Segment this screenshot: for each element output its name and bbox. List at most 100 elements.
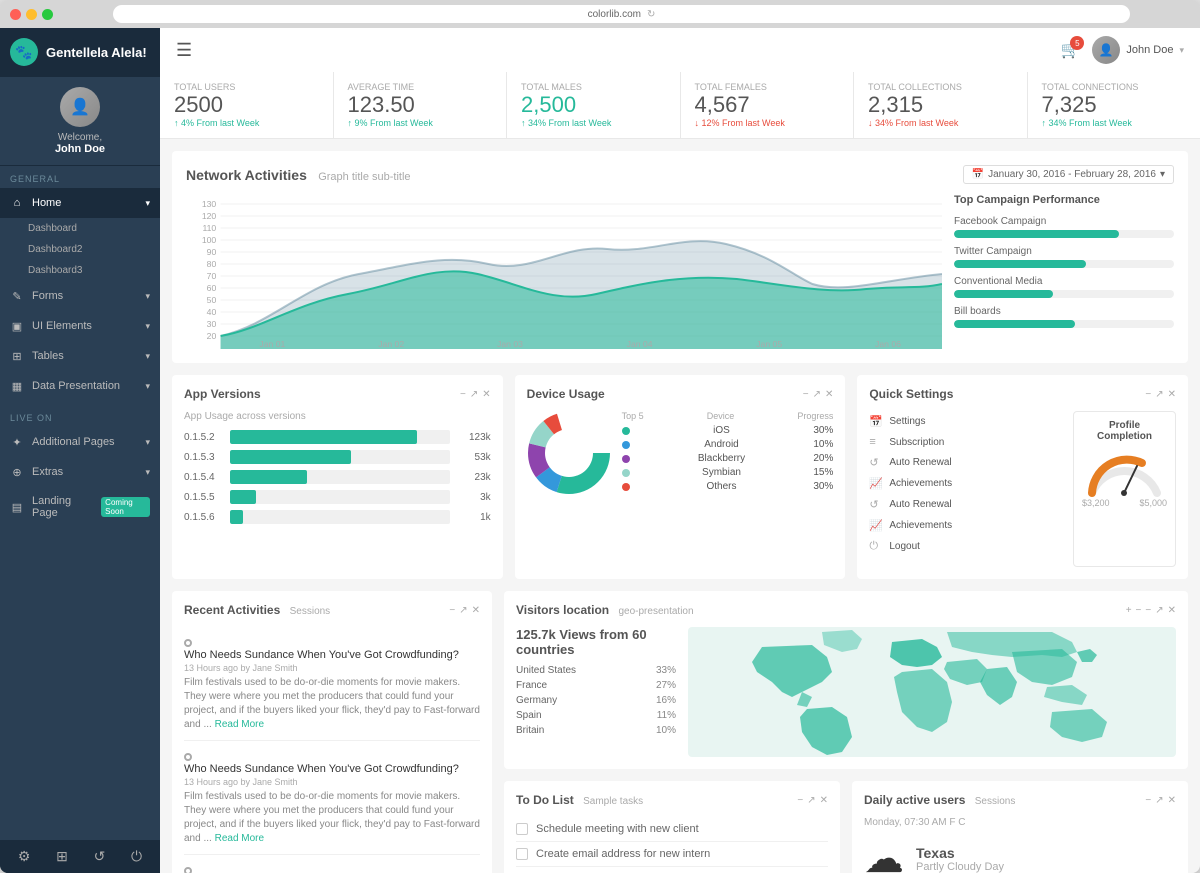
sidebar-item-additional-pages[interactable]: ✦ Additional Pages ▾ <box>0 427 160 457</box>
sidebar-item-ui-elements[interactable]: ▣ UI Elements ▾ <box>0 311 160 341</box>
sidebar-settings-icon[interactable]: ⚙ <box>18 848 31 865</box>
expand-icon[interactable]: ↗ <box>470 389 478 400</box>
forms-icon: ✎ <box>10 289 24 303</box>
collapse-icon[interactable]: − <box>797 795 803 806</box>
campaign-section: Top Campaign Performance Facebook Campai… <box>954 194 1174 349</box>
zoom-minus-icon[interactable]: − <box>1136 605 1142 616</box>
sidebar-item-landing-page[interactable]: ▤ Landing Page Coming Soon <box>0 487 160 527</box>
collapse-icon[interactable]: − <box>1145 389 1151 400</box>
sidebar-item-forms[interactable]: ✎ Forms ▾ <box>0 281 160 311</box>
collapse-icon[interactable]: − <box>1145 605 1151 616</box>
sidebar-grid-icon[interactable]: ⊞ <box>56 848 68 865</box>
sidebar-item-tables[interactable]: ⊞ Tables ▾ <box>0 341 160 371</box>
qs-item-logout[interactable]: ⏻ Logout <box>869 536 1065 557</box>
activity-circle-0 <box>184 639 192 647</box>
sidebar-item-home[interactable]: ⌂ Home ▾ <box>0 188 160 218</box>
nav-label-additional: Additional Pages <box>32 436 115 448</box>
notification-button[interactable]: 🛒 5 <box>1060 40 1080 60</box>
top5-label: Top 5 <box>622 411 644 421</box>
close-icon[interactable]: ✕ <box>472 605 480 616</box>
sidebar-item-dashboard3[interactable]: Dashboard3 <box>0 260 160 281</box>
sidebar-item-dashboard2[interactable]: Dashboard2 <box>0 239 160 260</box>
qs-item-auto-renewal[interactable]: ↺ Auto Renewal <box>869 452 1065 473</box>
expand-icon[interactable]: ↗ <box>1155 605 1163 616</box>
close-icon[interactable]: ✕ <box>1168 605 1176 616</box>
menu-toggle-button[interactable]: ☰ <box>176 40 192 61</box>
collapse-icon[interactable]: − <box>1145 795 1151 806</box>
todo-checkbox-1[interactable] <box>516 848 528 860</box>
maximize-button[interactable] <box>42 9 53 20</box>
svg-text:Jan 03: Jan 03 <box>497 339 523 349</box>
country-pct-3: 11% <box>657 710 676 721</box>
user-dropdown-arrow[interactable]: ▾ <box>1179 45 1184 56</box>
svg-text:50: 50 <box>207 295 217 305</box>
svg-text:Jan 06: Jan 06 <box>875 339 901 349</box>
version-bar-0 <box>230 430 417 444</box>
daily-active-subtitle: Sessions <box>975 796 1016 807</box>
svg-text:100: 100 <box>202 235 217 245</box>
visitors-content: 125.7k Views from 60 countries United St… <box>516 627 1176 757</box>
version-bar-3 <box>230 490 256 504</box>
close-icon[interactable]: ✕ <box>1168 795 1176 806</box>
pc-max-label: $5,000 <box>1139 498 1167 508</box>
read-more-0[interactable]: Read More <box>215 719 264 730</box>
expand-icon[interactable]: ↗ <box>1155 389 1163 400</box>
activity-meta-1: 13 Hours ago by Jane Smith <box>184 777 480 787</box>
qs-item-settings[interactable]: 📅 Settings <box>869 411 1065 432</box>
url-bar[interactable]: colorlib.com ↻ <box>113 5 1130 23</box>
collapse-icon[interactable]: − <box>449 605 455 616</box>
minimize-button[interactable] <box>26 9 37 20</box>
app-versions-subtitle: App Usage across versions <box>184 411 491 422</box>
activity-meta-0: 13 Hours ago by Jane Smith <box>184 663 480 673</box>
todo-checkbox-0[interactable] <box>516 823 528 835</box>
device-pct-2: 20% <box>813 453 833 464</box>
todo-widget: To Do List Sample tasks − ↗ ✕ <box>504 781 840 873</box>
close-icon[interactable]: ✕ <box>482 389 490 400</box>
qs-item-achievements[interactable]: 📈 Achievements <box>869 473 1065 494</box>
version-item-0: 0.1.5.2 123k <box>184 430 491 444</box>
reload-icon[interactable]: ↻ <box>647 9 655 20</box>
close-icon[interactable]: ✕ <box>825 389 833 400</box>
country-name-2: Germany <box>516 695 596 706</box>
top-header: ☰ 🛒 5 👤 John Doe ▾ <box>160 28 1200 72</box>
expand-icon[interactable]: ↗ <box>807 795 815 806</box>
stat-value-males: 2,500 <box>521 94 666 116</box>
version-label-4: 0.1.5.6 <box>184 512 224 523</box>
device-pct-1: 10% <box>813 439 833 450</box>
browser-titlebar: colorlib.com ↻ <box>0 0 1200 28</box>
country-name-3: Spain <box>516 710 596 721</box>
activity-circle-1 <box>184 753 192 761</box>
device-usage-col: Device Usage − ↗ ✕ <box>515 375 846 579</box>
close-icon[interactable]: ✕ <box>1168 389 1176 400</box>
expand-icon[interactable]: ↗ <box>813 389 821 400</box>
device-name-2: Blackberry <box>698 453 745 464</box>
nav-label-home: Home <box>32 197 61 209</box>
qs-item-auto-renewal-2[interactable]: ↺ Auto Renewal <box>869 494 1065 515</box>
stat-value-time: 123.50 <box>348 94 493 116</box>
todo-controls: − ↗ ✕ <box>797 795 828 806</box>
svg-text:60: 60 <box>207 283 217 293</box>
zoom-plus-icon[interactable]: + <box>1126 605 1132 616</box>
close-icon[interactable]: ✕ <box>820 795 828 806</box>
sidebar-refresh-icon[interactable]: ↺ <box>94 848 106 865</box>
read-more-1[interactable]: Read More <box>215 833 264 844</box>
sidebar-item-data-presentation[interactable]: ▦ Data Presentation ▾ <box>0 371 160 401</box>
expand-icon[interactable]: ↗ <box>1155 795 1163 806</box>
collapse-icon[interactable]: − <box>460 389 466 400</box>
sidebar: 🐾 Gentellela Alela! 👤 Welcome, John Doe … <box>0 28 160 873</box>
todo-header: To Do List Sample tasks − ↗ ✕ <box>516 793 828 807</box>
qs-item-subscription[interactable]: ≡ Subscription <box>869 432 1065 452</box>
auto-renewal-2-icon: ↺ <box>869 498 883 511</box>
activity-item-0: Who Needs Sundance When You've Got Crowd… <box>184 627 480 741</box>
user-dropdown[interactable]: 👤 John Doe ▾ <box>1092 36 1184 64</box>
collapse-icon[interactable]: − <box>803 389 809 400</box>
version-bar-1 <box>230 450 351 464</box>
close-button[interactable] <box>10 9 21 20</box>
svg-text:110: 110 <box>202 223 216 233</box>
qs-item-achievements-2[interactable]: 📈 Achievements <box>869 515 1065 536</box>
sidebar-power-icon[interactable]: ⏻ <box>131 848 142 865</box>
sidebar-item-dashboard[interactable]: Dashboard <box>0 218 160 239</box>
date-picker-button[interactable]: 📅 January 30, 2016 - February 28, 2016 ▾ <box>963 165 1174 184</box>
expand-icon[interactable]: ↗ <box>459 605 467 616</box>
sidebar-item-extras[interactable]: ⊕ Extras ▾ <box>0 457 160 487</box>
